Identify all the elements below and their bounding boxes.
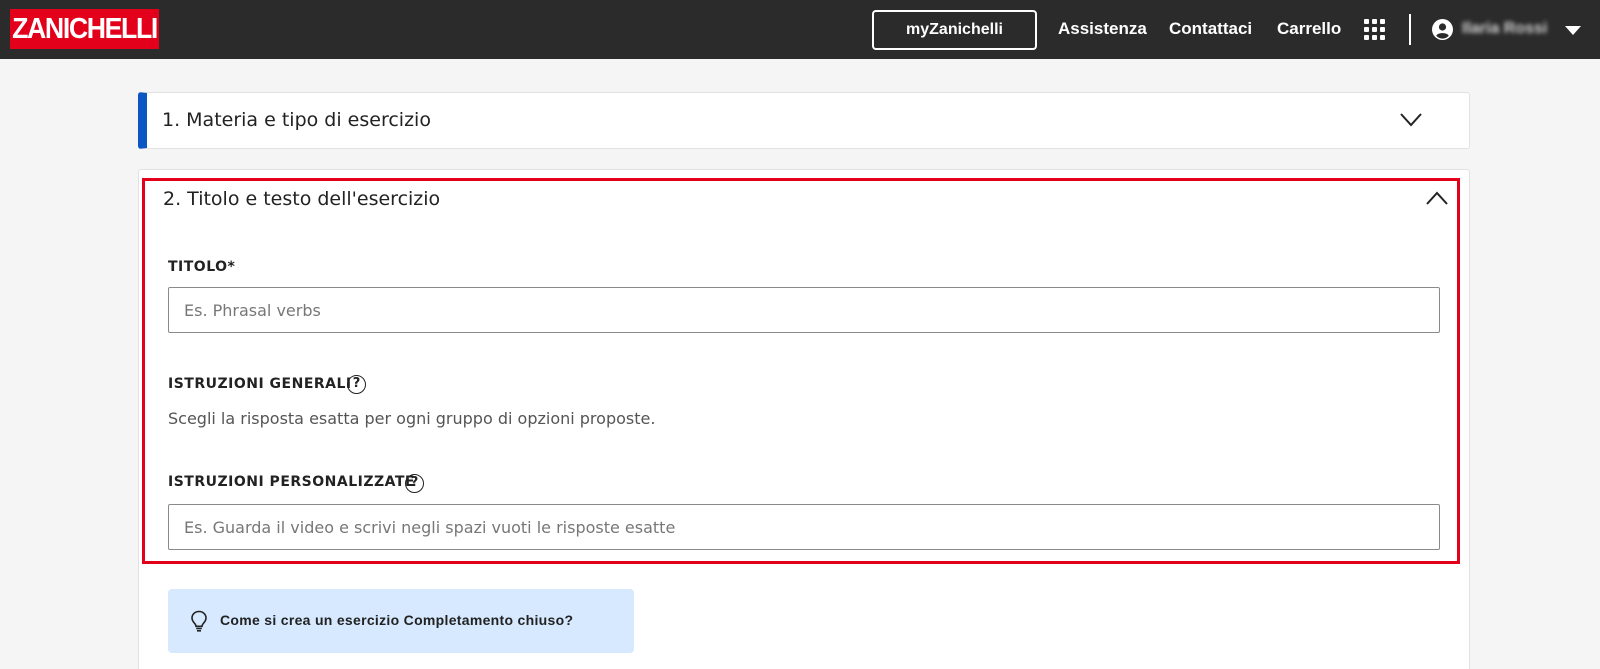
lightbulb-icon bbox=[191, 610, 207, 632]
general-instructions-text: Scegli la risposta esatta per ogni grupp… bbox=[168, 409, 656, 428]
custom-instructions-input[interactable] bbox=[168, 504, 1440, 550]
title-input[interactable] bbox=[168, 287, 1440, 333]
zanichelli-logo[interactable]: ZANICHELLI bbox=[10, 9, 160, 49]
nav-link-carrello[interactable]: Carrello bbox=[1277, 19, 1341, 39]
header-divider bbox=[1409, 14, 1411, 45]
tip-box[interactable]: Come si crea un esercizio Completamento … bbox=[168, 589, 634, 653]
general-instructions-label: ISTRUZIONI GENERALI bbox=[168, 376, 352, 392]
my-zanichelli-button[interactable]: myZanichelli bbox=[872, 10, 1037, 50]
apps-grid-icon[interactable] bbox=[1364, 19, 1386, 41]
section-title: 1. Materia e tipo di esercizio bbox=[162, 109, 431, 131]
chevron-up-icon[interactable] bbox=[1426, 191, 1448, 205]
user-name[interactable]: Ilaria Rossi bbox=[1462, 20, 1547, 38]
nav-link-assistenza[interactable]: Assistenza bbox=[1058, 19, 1147, 39]
nav-link-contattaci[interactable]: Contattaci bbox=[1169, 19, 1252, 39]
top-navigation-bar: ZANICHELLI myZanichelli Assistenza Conta… bbox=[0, 0, 1600, 59]
chevron-down-icon[interactable] bbox=[1400, 113, 1422, 127]
user-circle-icon[interactable] bbox=[1432, 19, 1453, 40]
section-materia-tipo[interactable]: 1. Materia e tipo di esercizio bbox=[138, 92, 1470, 149]
custom-instructions-label: ISTRUZIONI PERSONALIZZATE bbox=[168, 474, 415, 490]
help-icon[interactable]: ? bbox=[347, 375, 366, 394]
title-label: TITOLO* bbox=[168, 259, 236, 275]
help-icon[interactable]: ? bbox=[405, 474, 424, 493]
tip-text[interactable]: Come si crea un esercizio Completamento … bbox=[220, 612, 573, 628]
chevron-down-icon[interactable] bbox=[1565, 26, 1581, 35]
section-title[interactable]: 2. Titolo e testo dell'esercizio bbox=[163, 188, 440, 210]
